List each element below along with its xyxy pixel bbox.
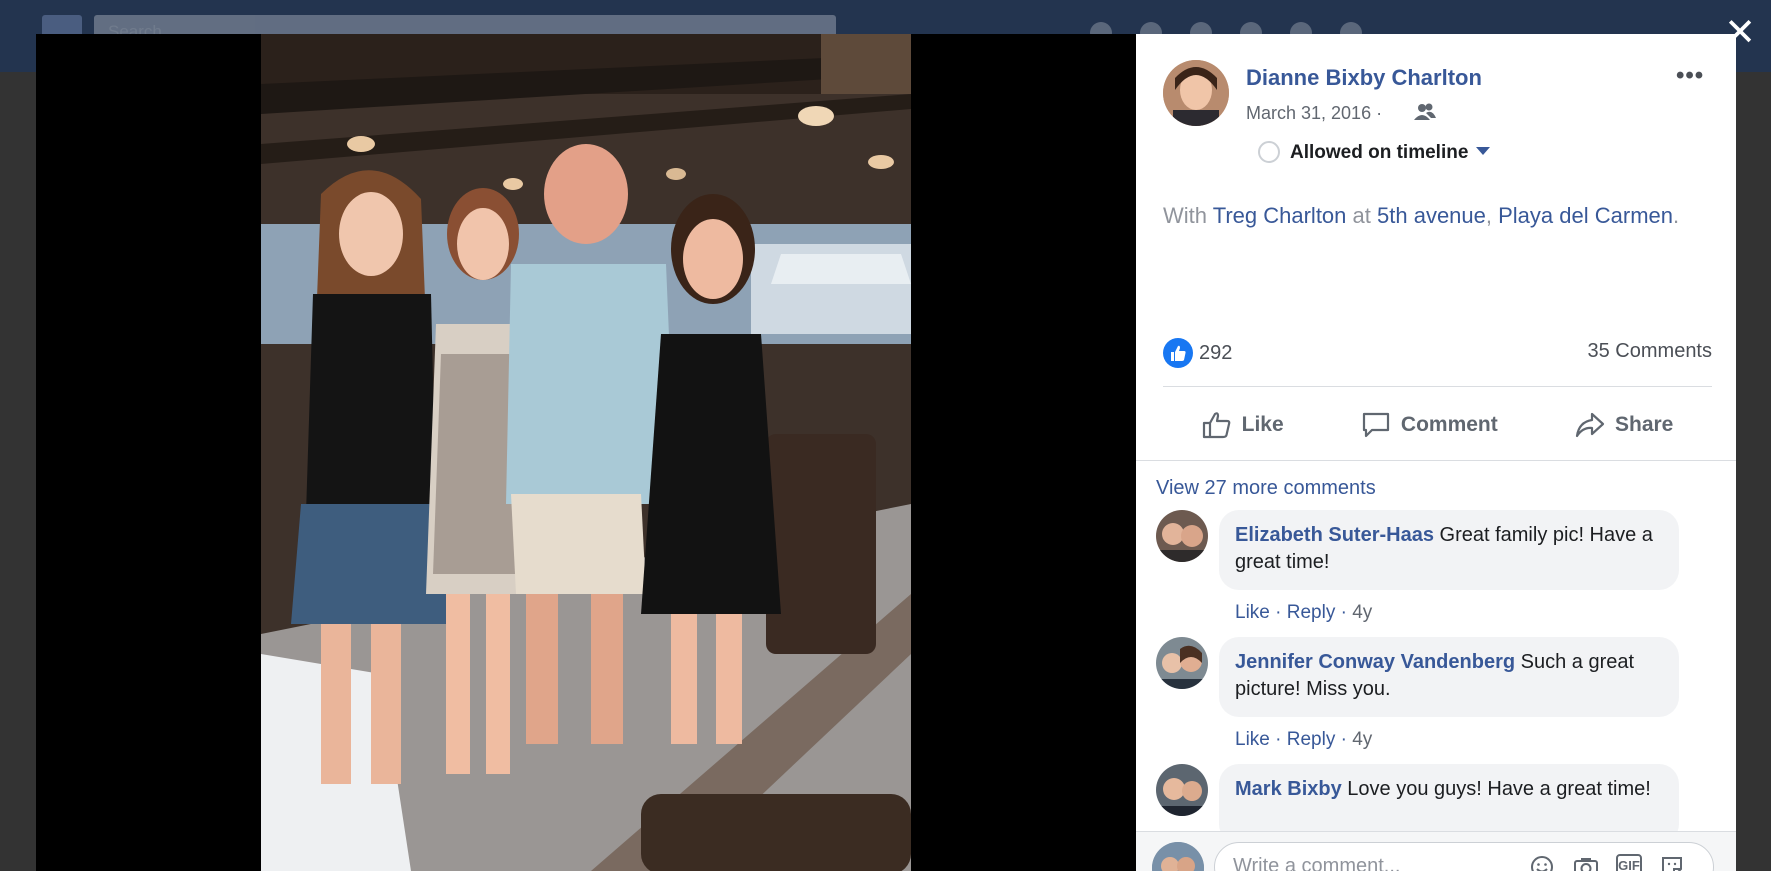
commenter-name-link[interactable]: Mark Bixby <box>1235 778 1342 800</box>
comment-time[interactable]: 4y <box>1352 602 1372 623</box>
like-reaction-icon <box>1163 338 1193 368</box>
camera-icon[interactable] <box>1572 854 1600 871</box>
comment-reply-link[interactable]: Reply <box>1287 602 1336 623</box>
family-photo-image <box>261 34 911 871</box>
post-actions-bar: Like Comment Share <box>1163 394 1712 456</box>
location-link-2[interactable]: Playa del Carmen <box>1498 203 1673 228</box>
comment-button[interactable]: Comment <box>1361 411 1498 439</box>
share-icon <box>1575 412 1605 438</box>
post-date[interactable]: March 31, 2016 · <box>1246 103 1382 124</box>
divider <box>1163 386 1712 387</box>
friends-audience-icon[interactable] <box>1414 103 1436 121</box>
current-user-avatar <box>1152 842 1204 871</box>
author-name-link[interactable]: Dianne Bixby Charlton <box>1246 65 1482 91</box>
sticker-icon[interactable] <box>1658 854 1686 871</box>
commenter-avatar[interactable] <box>1156 637 1208 689</box>
view-more-comments-link[interactable]: View 27 more comments <box>1156 477 1376 500</box>
composer-icons: GIF <box>1528 854 1686 871</box>
comment-like-link[interactable]: Like <box>1235 729 1270 750</box>
like-count: 292 <box>1199 341 1233 364</box>
post-caption: With Treg Charlton at 5th avenue, Playa … <box>1163 203 1680 228</box>
post-details-panel: Dianne Bixby Charlton March 31, 2016 · •… <box>1136 34 1736 871</box>
comment-bubble: Jennifer Conway Vandenberg Such a great … <box>1219 637 1679 717</box>
thumbs-up-icon <box>1202 412 1230 439</box>
comment-reply-link[interactable]: Reply <box>1287 729 1336 750</box>
emoji-icon[interactable] <box>1528 854 1556 871</box>
divider <box>1136 460 1736 461</box>
reactions-summary[interactable]: 292 <box>1163 338 1232 368</box>
comment-text: Love you guys! Have a great time! <box>1347 778 1651 800</box>
timeline-status-icon <box>1258 141 1280 163</box>
author-avatar-image <box>1163 60 1229 126</box>
commenter-name-link[interactable]: Jennifer Conway Vandenberg <box>1235 651 1515 673</box>
comment-bubble: Elizabeth Suter-Haas Great family pic! H… <box>1219 510 1679 590</box>
share-button[interactable]: Share <box>1575 411 1673 439</box>
comment-time[interactable]: 4y <box>1352 729 1372 750</box>
comment-count-link[interactable]: 35 Comments <box>1588 340 1713 363</box>
tagged-person-link[interactable]: Treg Charlton <box>1213 203 1347 228</box>
author-avatar[interactable] <box>1163 60 1229 126</box>
comment-composer: Write a comment... GIF <box>1136 831 1736 871</box>
commenter-avatar[interactable] <box>1156 764 1208 816</box>
timeline-status-dropdown[interactable]: Allowed on timeline <box>1258 141 1491 164</box>
comment-meta: Like · Reply · 4y <box>1235 602 1373 623</box>
location-link-1[interactable]: 5th avenue <box>1377 203 1486 228</box>
like-button[interactable]: Like <box>1202 411 1284 439</box>
caret-down-icon <box>1476 147 1491 155</box>
gif-icon[interactable]: GIF <box>1616 854 1642 871</box>
more-options-icon[interactable]: ••• <box>1676 62 1704 90</box>
commenter-name-link[interactable]: Elizabeth Suter-Haas <box>1235 524 1434 546</box>
post-photo[interactable] <box>261 34 911 871</box>
comment-icon <box>1362 412 1390 438</box>
comment-meta: Like · Reply · 4y <box>1235 729 1373 750</box>
commenter-avatar[interactable] <box>1156 510 1208 562</box>
comment-like-link[interactable]: Like <box>1235 602 1270 623</box>
